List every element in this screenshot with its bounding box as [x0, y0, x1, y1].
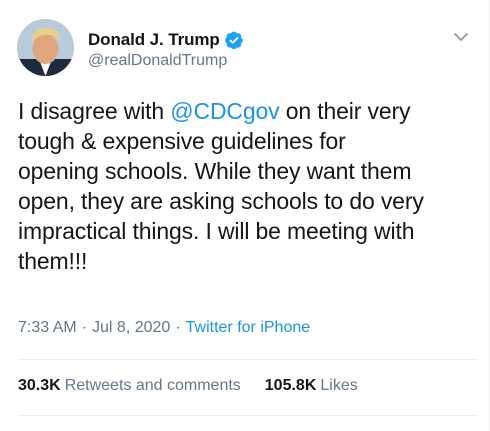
tweet-meta: 7:33 AM · Jul 8, 2020 · Twitter for iPho… [18, 319, 310, 337]
tweet-text-part: I disagree with [18, 98, 171, 124]
tweet-time[interactable]: 7:33 AM [18, 319, 77, 337]
tweet-date[interactable]: Jul 8, 2020 [92, 319, 170, 337]
divider [18, 359, 478, 360]
verified-badge-icon [224, 31, 243, 50]
tweet-text: I disagree with @CDCgov on their very to… [18, 96, 480, 276]
tweet-text-part: on their very tough & expensive guidelin… [18, 98, 424, 274]
avatar[interactable] [17, 19, 74, 76]
retweets-count: 30.3K [18, 377, 61, 394]
avatar-image [17, 19, 74, 76]
author-handle[interactable]: @realDonaldTrump [88, 52, 227, 70]
mention-link[interactable]: @CDCgov [170, 98, 279, 124]
divider [18, 415, 478, 416]
retweets-label: Retweets and comments [64, 377, 241, 394]
author-name-row: Donald J. Trump [88, 29, 244, 51]
likes-stat[interactable]: 105.8K Likes [265, 377, 358, 395]
meta-separator: · [175, 319, 181, 336]
likes-label: Likes [320, 377, 358, 394]
tweet-stats: 30.3K Retweets and comments 105.8K Likes [18, 377, 358, 395]
likes-count: 105.8K [264, 377, 317, 394]
meta-separator: · [81, 319, 88, 336]
tweet-source-link[interactable]: Twitter for iPhone [186, 319, 311, 337]
chevron-down-icon[interactable] [452, 30, 470, 44]
retweets-stat[interactable]: 30.3K Retweets and comments [18, 377, 241, 395]
display-name[interactable]: Donald J. Trump [88, 30, 220, 50]
